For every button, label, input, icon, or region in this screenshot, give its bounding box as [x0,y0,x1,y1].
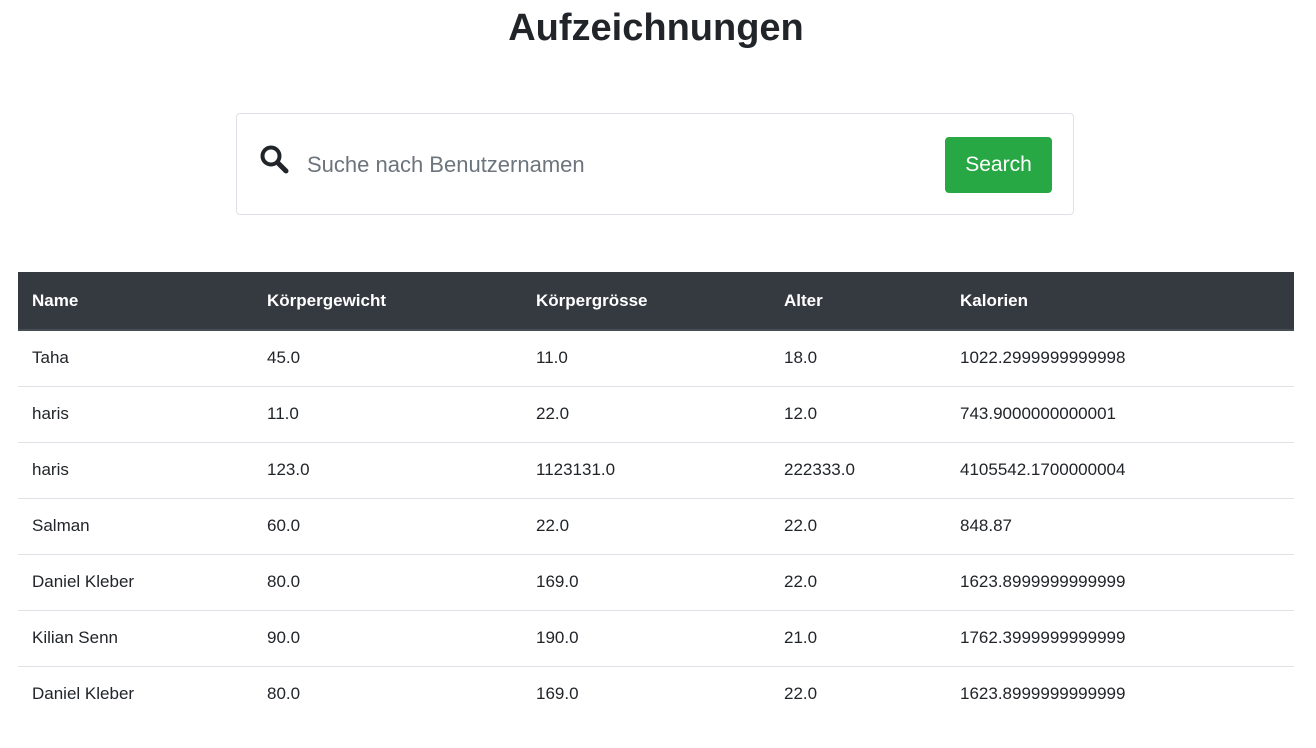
cell-name: Kilian Senn [18,610,253,667]
cell-age: 22.0 [770,498,946,555]
cell-calories: 4105542.1700000004 [946,442,1294,499]
cell-calories: 743.9000000000001 [946,386,1294,443]
cell-calories: 1623.8999999999999 [960,684,1126,704]
table-body: Taha 45.0 11.0 18.0 1022.2999999999998 h… [18,330,1294,722]
cell-height: 1123131.0 [522,442,770,499]
table-row: Daniel Kleber 80.0 169.0 22.0 1623.89999… [18,666,1294,722]
cell-calories: 1623.8999999999999 [946,554,1294,611]
column-header-height[interactable]: Körpergrösse [522,272,770,331]
cell-height: 22.0 [522,498,770,555]
cell-height: 22.0 [522,386,770,443]
search-button[interactable]: Search [945,137,1052,193]
column-header-calories[interactable]: Kalorien [946,272,1294,331]
page-title: Aufzeichnungen [508,7,804,49]
cell-name: Daniel Kleber [32,684,135,704]
cell-age: 18.0 [770,330,946,387]
records-table: Name Körpergewicht Körpergrösse Alter Ka… [18,272,1294,722]
cell-height: 169.0 [522,554,770,611]
cell-height: 11.0 [522,330,770,387]
cell-weight: 123.0 [253,442,522,499]
table-header: Name Körpergewicht Körpergrösse Alter Ka… [18,272,1294,331]
table-row: haris 123.0 1123131.0 222333.0 4105542.1… [18,442,1294,499]
cell-height: 190.0 [522,610,770,667]
cell-name: Salman [18,498,253,555]
column-header-name[interactable]: Name [18,272,253,331]
cell-age: 22.0 [784,684,818,704]
cell-calories: 1762.3999999999999 [946,610,1294,667]
cell-name: Taha [18,330,253,387]
table-row: Daniel Kleber 80.0 169.0 22.0 1623.89999… [18,554,1294,611]
cell-weight: 80.0 [267,684,301,704]
cell-weight: 80.0 [253,554,522,611]
table-row: Salman 60.0 22.0 22.0 848.87 [18,498,1294,555]
cell-age: 12.0 [770,386,946,443]
search-card: Search [236,113,1074,215]
cell-name: haris [18,442,253,499]
cell-calories: 1022.2999999999998 [946,330,1294,387]
records-page: Aufzeichnungen Search Name Körpergewicht… [0,0,1316,748]
cell-age: 222333.0 [770,442,946,499]
cell-weight: 60.0 [253,498,522,555]
cell-height: 169.0 [536,684,579,704]
table-header-row: Name Körpergewicht Körpergrösse Alter Ka… [18,272,1294,331]
table-row: Kilian Senn 90.0 190.0 21.0 1762.3999999… [18,610,1294,667]
column-header-weight[interactable]: Körpergewicht [253,272,522,331]
cell-weight: 11.0 [253,386,522,443]
search-input[interactable] [297,140,917,190]
cell-name: Daniel Kleber [18,554,253,611]
cell-calories: 848.87 [946,498,1294,555]
cell-age: 21.0 [770,610,946,667]
column-header-age[interactable]: Alter [770,272,946,331]
cell-age: 22.0 [770,554,946,611]
table-row: Taha 45.0 11.0 18.0 1022.2999999999998 [18,330,1294,387]
search-icon [259,144,291,176]
table-row: haris 11.0 22.0 12.0 743.9000000000001 [18,386,1294,443]
cell-weight: 45.0 [253,330,522,387]
cell-name: haris [18,386,253,443]
cell-weight: 90.0 [253,610,522,667]
